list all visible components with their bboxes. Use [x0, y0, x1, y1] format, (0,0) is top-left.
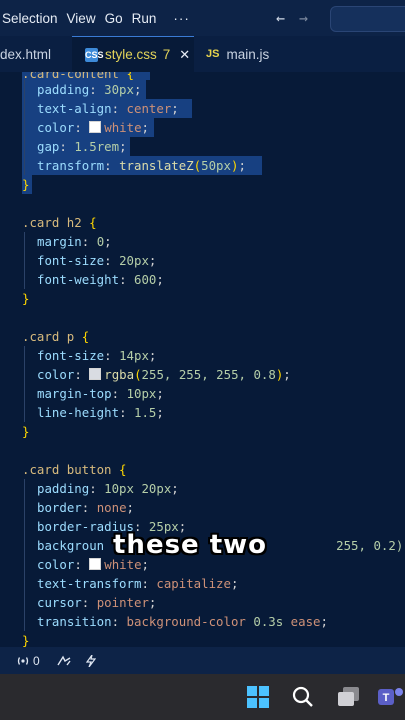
windows-taskbar: T: [0, 674, 405, 720]
code-line: }: [22, 177, 30, 192]
indent-guide: [24, 346, 25, 422]
code-editor[interactable]: .card-content { padding: 30px; text-alig…: [0, 72, 405, 647]
code-line: color: white;: [37, 120, 150, 135]
bolt-status[interactable]: [85, 654, 96, 667]
code-line: }: [22, 424, 30, 439]
navigation-arrows: ← →: [276, 9, 322, 27]
menu-run[interactable]: Run: [132, 11, 166, 26]
task-view-icon[interactable]: [337, 686, 361, 708]
close-icon[interactable]: ✕: [179, 47, 190, 63]
code-line: line-height: 1.5;: [37, 405, 164, 420]
tab-label: main.js: [226, 46, 270, 62]
code-line: .card p {: [22, 329, 90, 344]
js-file-icon: JS: [206, 48, 220, 60]
code-line: color: rgba(255, 255, 255, 0.8);: [37, 367, 291, 382]
code-line: text-align: center;: [37, 101, 179, 116]
live-share-status[interactable]: [56, 655, 72, 667]
code-line: margin: 0;: [37, 234, 112, 249]
tab-style-css[interactable]: CSS style.css 7 ✕: [72, 36, 194, 72]
code-line: transition: background-color 0.3s ease;: [37, 614, 328, 629]
svg-text:T: T: [383, 692, 390, 704]
lightning-icon: [85, 654, 96, 667]
code-line: }: [22, 633, 30, 647]
status-bar: 0: [0, 647, 405, 674]
menu-selection[interactable]: Selection: [0, 11, 67, 26]
code-line: gap: 1.5rem;: [37, 139, 127, 154]
code-line: font-weight: 600;: [37, 272, 164, 287]
forward-arrow-icon[interactable]: →: [299, 9, 308, 27]
code-line: margin-top: 10px;: [37, 386, 164, 401]
back-arrow-icon[interactable]: ←: [276, 9, 285, 27]
broadcast-icon: [17, 656, 29, 665]
css-file-icon: CSS: [85, 47, 104, 62]
code-line: cursor: pointer;: [37, 595, 157, 610]
code-line: padding: 30px;: [37, 82, 142, 97]
menu-view[interactable]: View: [67, 11, 105, 26]
tab-label: dex.html: [0, 46, 52, 62]
search-icon[interactable]: [292, 686, 314, 708]
more-menu-icon[interactable]: ···: [173, 11, 190, 26]
code-line: text-transform: capitalize;: [37, 576, 239, 591]
ports-count: 0: [33, 653, 40, 668]
tab-main-js[interactable]: JS main.js: [206, 36, 306, 72]
tab-index-html[interactable]: dex.html: [0, 36, 72, 72]
code-line: padding: 10px 20px;: [37, 481, 179, 496]
video-caption: these two: [113, 530, 268, 560]
color-swatch[interactable]: [89, 558, 102, 570]
windows-start-icon[interactable]: [247, 686, 269, 708]
tab-label: style.css: [105, 47, 157, 62]
indent-guide: [24, 80, 25, 175]
command-center-search[interactable]: [330, 6, 405, 32]
color-swatch[interactable]: [89, 121, 102, 133]
code-line: font-size: 20px;: [37, 253, 157, 268]
code-line: .card h2 {: [22, 215, 97, 230]
code-line: border: none;: [37, 500, 134, 515]
code-line: .card button {: [22, 462, 127, 477]
code-line: transform: translateZ(50px);: [37, 158, 246, 173]
color-swatch[interactable]: [89, 368, 102, 380]
live-share-icon: [57, 655, 71, 665]
teams-icon[interactable]: T: [378, 686, 405, 708]
code-line: font-size: 14px;: [37, 348, 157, 363]
indent-guide: [24, 232, 25, 289]
code-line: }: [22, 291, 30, 306]
problem-count-badge: 7: [162, 47, 171, 62]
ports-status[interactable]: 0: [16, 654, 40, 668]
indent-guide: [24, 479, 25, 631]
menu-go[interactable]: Go: [105, 11, 132, 26]
editor-tab-bar: dex.html CSS style.css 7 ✕ JS main.js: [0, 36, 405, 72]
